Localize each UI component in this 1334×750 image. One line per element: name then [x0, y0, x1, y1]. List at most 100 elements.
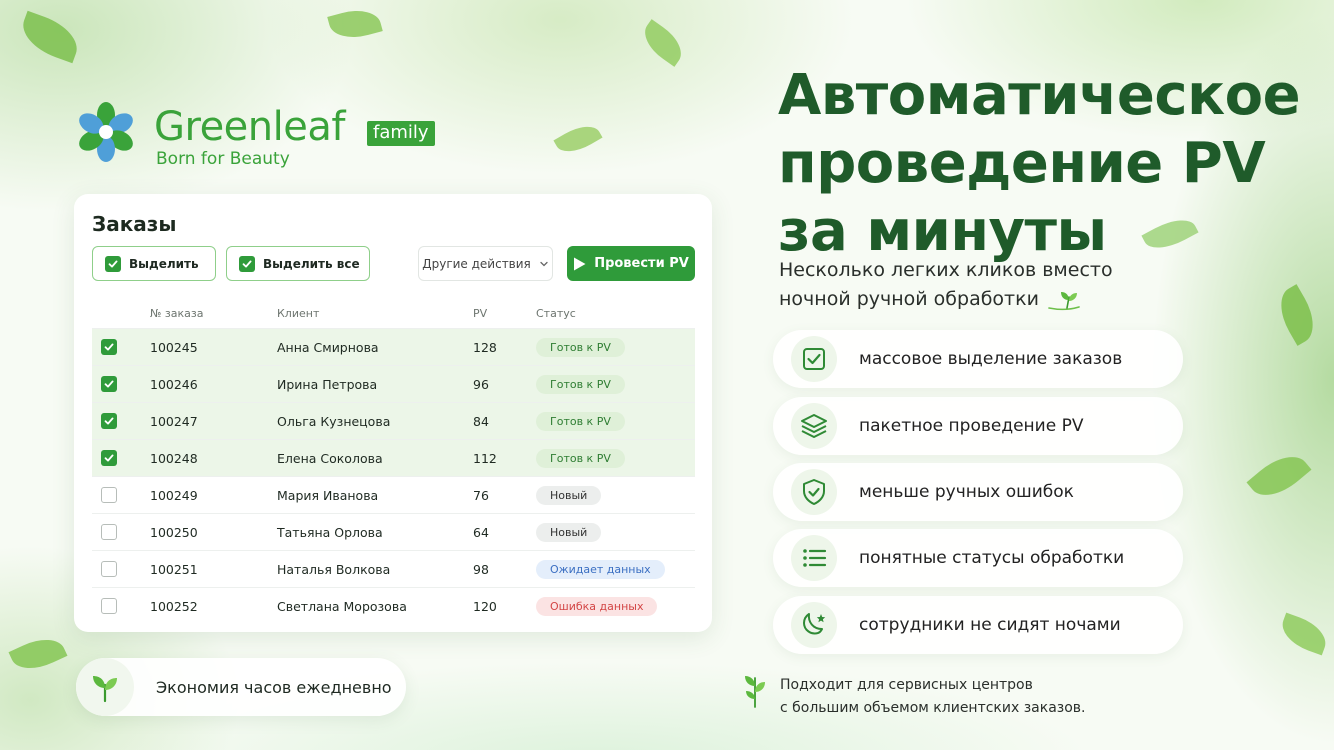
- checkbox-checked-icon: [239, 255, 255, 272]
- pv-value: 112: [473, 450, 497, 466]
- column-header-client: Клиент: [277, 306, 320, 320]
- select-button-label: Выделить: [129, 256, 199, 271]
- brand-badge: family: [367, 121, 435, 146]
- leaf-decoration: [636, 19, 690, 67]
- status-badge: Новый: [536, 522, 602, 542]
- feature-item: сотрудники не сидят ночами: [773, 596, 1183, 654]
- status-badge: Готов к PV: [536, 448, 625, 468]
- orders-panel: Заказы Выделить Выделить все Другие дейс…: [74, 194, 712, 632]
- status-badge: Готов к PV: [536, 411, 625, 431]
- chevron-down-icon: [540, 261, 548, 266]
- select-button[interactable]: Выделить: [92, 246, 216, 281]
- order-number: 100249: [150, 487, 198, 503]
- leaf-decoration: [1246, 445, 1312, 507]
- client-name: Елена Соколова: [277, 450, 383, 466]
- client-name: Ольга Кузнецова: [277, 413, 391, 429]
- brand-tagline: Born for Beauty: [156, 149, 290, 169]
- feature-text: сотрудники не сидят ночами: [859, 615, 1121, 635]
- pv-value: 76: [473, 487, 489, 503]
- select-all-button[interactable]: Выделить все: [226, 246, 370, 281]
- row-checkbox[interactable]: [101, 487, 117, 503]
- leaf-decoration: [1276, 612, 1332, 656]
- row-checkbox[interactable]: [101, 561, 117, 577]
- row-checkbox[interactable]: [101, 413, 117, 429]
- order-number: 100246: [150, 376, 198, 392]
- status-badge: Готов к PV: [536, 374, 625, 394]
- orders-title: Заказы: [92, 212, 177, 236]
- order-number: 100250: [150, 524, 198, 540]
- feature-item: понятные статусы обработки: [773, 529, 1183, 587]
- leaf-decoration: [553, 118, 603, 160]
- headline-line: проведение PV: [778, 131, 1266, 196]
- layers-icon: [791, 403, 837, 449]
- pv-value: 64: [473, 524, 489, 540]
- client-name: Татьяна Орлова: [277, 524, 383, 540]
- greenleaf-flower-icon: [79, 102, 133, 162]
- other-actions-dropdown[interactable]: Другие действия: [418, 246, 553, 281]
- savings-text: Экономия часов ежедневно: [156, 677, 392, 697]
- row-checkbox[interactable]: [101, 598, 117, 614]
- table-row[interactable]: 100245 Анна Смирнова 128 Готов к PV: [92, 328, 695, 365]
- pv-value: 128: [473, 339, 497, 355]
- moon-star-icon: [791, 602, 837, 648]
- brand-name: Greenleaf: [154, 104, 345, 150]
- feature-item: массовое выделение заказов: [773, 330, 1183, 388]
- hero-headline: Автоматическое проведение PV за минуты: [778, 62, 1318, 266]
- other-actions-label: Другие действия: [422, 256, 531, 271]
- order-number: 100248: [150, 450, 198, 466]
- status-badge: Ошибка данных: [536, 596, 658, 616]
- leaf-decoration: [1270, 284, 1324, 346]
- table-row[interactable]: 100248 Елена Соколова 112 Готов к PV: [92, 439, 695, 476]
- run-pv-button[interactable]: Провести PV: [567, 246, 695, 281]
- table-row[interactable]: 100249 Мария Иванова 76 Новый: [92, 476, 695, 513]
- brand-logo: Greenleaf family Born for Beauty: [74, 100, 435, 170]
- table-row[interactable]: 100247 Ольга Кузнецова 84 Готов к PV: [92, 402, 695, 439]
- headline-line: Автоматическое: [778, 63, 1301, 128]
- run-pv-button-label: Провести PV: [594, 256, 689, 271]
- pv-value: 98: [473, 561, 489, 577]
- pv-value: 84: [473, 413, 489, 429]
- checkbox-checked-icon: [105, 255, 121, 272]
- footnote-text: Подходит для сервисных центров с большим…: [780, 674, 1086, 720]
- sprout-icon: [76, 658, 134, 716]
- feature-item: пакетное проведение PV: [773, 397, 1183, 455]
- shield-check-icon: [791, 469, 837, 515]
- leaf-decoration: [15, 10, 85, 64]
- play-icon: [574, 257, 586, 270]
- row-checkbox[interactable]: [101, 339, 117, 355]
- leaf-decoration: [8, 630, 68, 678]
- footnote-line: Подходит для сервисных центров: [780, 677, 1033, 693]
- table-row[interactable]: 100250 Татьяна Орлова 64 Новый: [92, 513, 695, 550]
- feature-item: меньше ручных ошибок: [773, 463, 1183, 521]
- status-badge: Новый: [536, 485, 602, 505]
- client-name: Мария Иванова: [277, 487, 379, 503]
- leaf-decoration: [327, 4, 383, 44]
- table-row[interactable]: 100246 Ирина Петрова 96 Готов к PV: [92, 365, 695, 402]
- order-number: 100247: [150, 413, 198, 429]
- client-name: Светлана Морозова: [277, 598, 407, 614]
- hero-subhead: Несколько легких кликов вместо ночной ру…: [779, 256, 1159, 314]
- pv-value: 96: [473, 376, 489, 392]
- row-checkbox[interactable]: [101, 524, 117, 540]
- table-row[interactable]: 100251 Наталья Волкова 98 Ожидает данных: [92, 550, 695, 587]
- table-row[interactable]: 100252 Светлана Морозова 120 Ошибка данных: [92, 587, 695, 624]
- order-number: 100251: [150, 561, 198, 577]
- subhead-line-text: ночной ручной обработки: [779, 288, 1039, 310]
- order-number: 100252: [150, 598, 198, 614]
- feature-text: пакетное проведение PV: [859, 416, 1084, 436]
- row-checkbox[interactable]: [101, 450, 117, 466]
- order-number: 100245: [150, 339, 198, 355]
- subhead-line: Несколько легких кликов вместо: [779, 259, 1113, 281]
- row-checkbox[interactable]: [101, 376, 117, 392]
- status-badge: Готов к PV: [536, 337, 625, 357]
- column-header-status: Статус: [536, 306, 576, 320]
- footnote: Подходит для сервисных центров с большим…: [742, 672, 1142, 720]
- feature-text: понятные статусы обработки: [859, 548, 1125, 568]
- column-header-number: № заказа: [150, 306, 204, 320]
- footnote-line: с большим объемом клиентских заказов.: [780, 700, 1086, 716]
- list-icon: [791, 535, 837, 581]
- feature-text: массовое выделение заказов: [859, 349, 1123, 369]
- column-header-pv: PV: [473, 306, 488, 320]
- orders-table: № заказа Клиент PV Статус 100245 Анна Сми…: [92, 298, 695, 624]
- select-all-button-label: Выделить все: [263, 256, 360, 271]
